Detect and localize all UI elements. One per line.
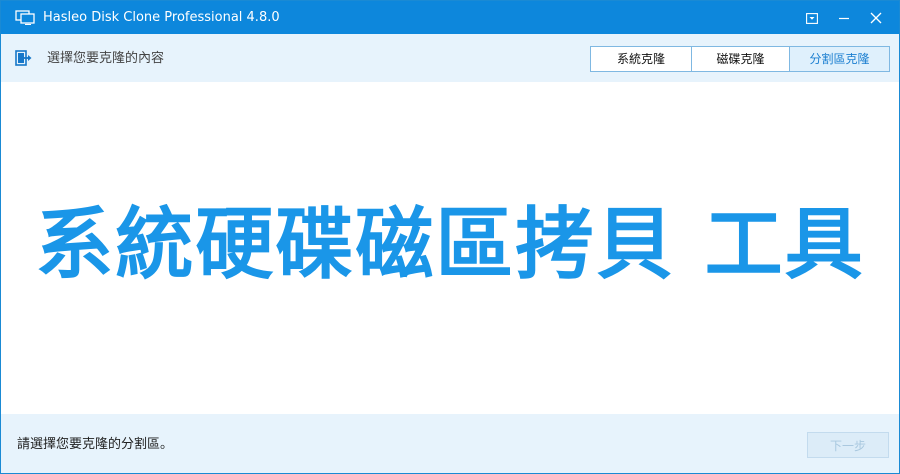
content-area: 系統硬碟磁區拷貝 工具: [1, 82, 899, 414]
minimize-icon: [839, 17, 849, 20]
title-bar[interactable]: Hasleo Disk Clone Professional 4.8.0: [1, 1, 899, 34]
window-title: Hasleo Disk Clone Professional 4.8.0: [43, 10, 280, 25]
clone-mode-tabs: 系統克隆 磁碟克隆 分割區克隆: [590, 46, 890, 72]
dropdown-icon: [806, 12, 818, 24]
next-button[interactable]: 下一步: [807, 432, 889, 458]
tab-disk-clone[interactable]: 磁碟克隆: [691, 47, 789, 71]
options-menu-button[interactable]: [801, 7, 823, 29]
step-description: 選擇您要克隆的內容: [47, 51, 165, 66]
hint-text: 請選擇您要克隆的分割區。: [17, 437, 174, 452]
monitor-icon: [15, 10, 35, 26]
tab-system-clone[interactable]: 系統克隆: [591, 47, 691, 71]
minimize-button[interactable]: [833, 7, 855, 29]
close-button[interactable]: [865, 7, 887, 29]
overlay-banner-text: 系統硬碟磁區拷貝 工具: [35, 200, 865, 290]
close-icon: [870, 12, 882, 24]
tab-partition-clone[interactable]: 分割區克隆: [789, 47, 889, 71]
status-bar: 請選擇您要克隆的分割區。 下一步: [1, 414, 899, 473]
export-arrow-icon: [15, 50, 33, 66]
app-window: Hasleo Disk Clone Professional 4.8.0 選擇您…: [0, 0, 900, 474]
step-toolbar: 選擇您要克隆的內容 系統克隆 磁碟克隆 分割區克隆: [1, 34, 899, 82]
